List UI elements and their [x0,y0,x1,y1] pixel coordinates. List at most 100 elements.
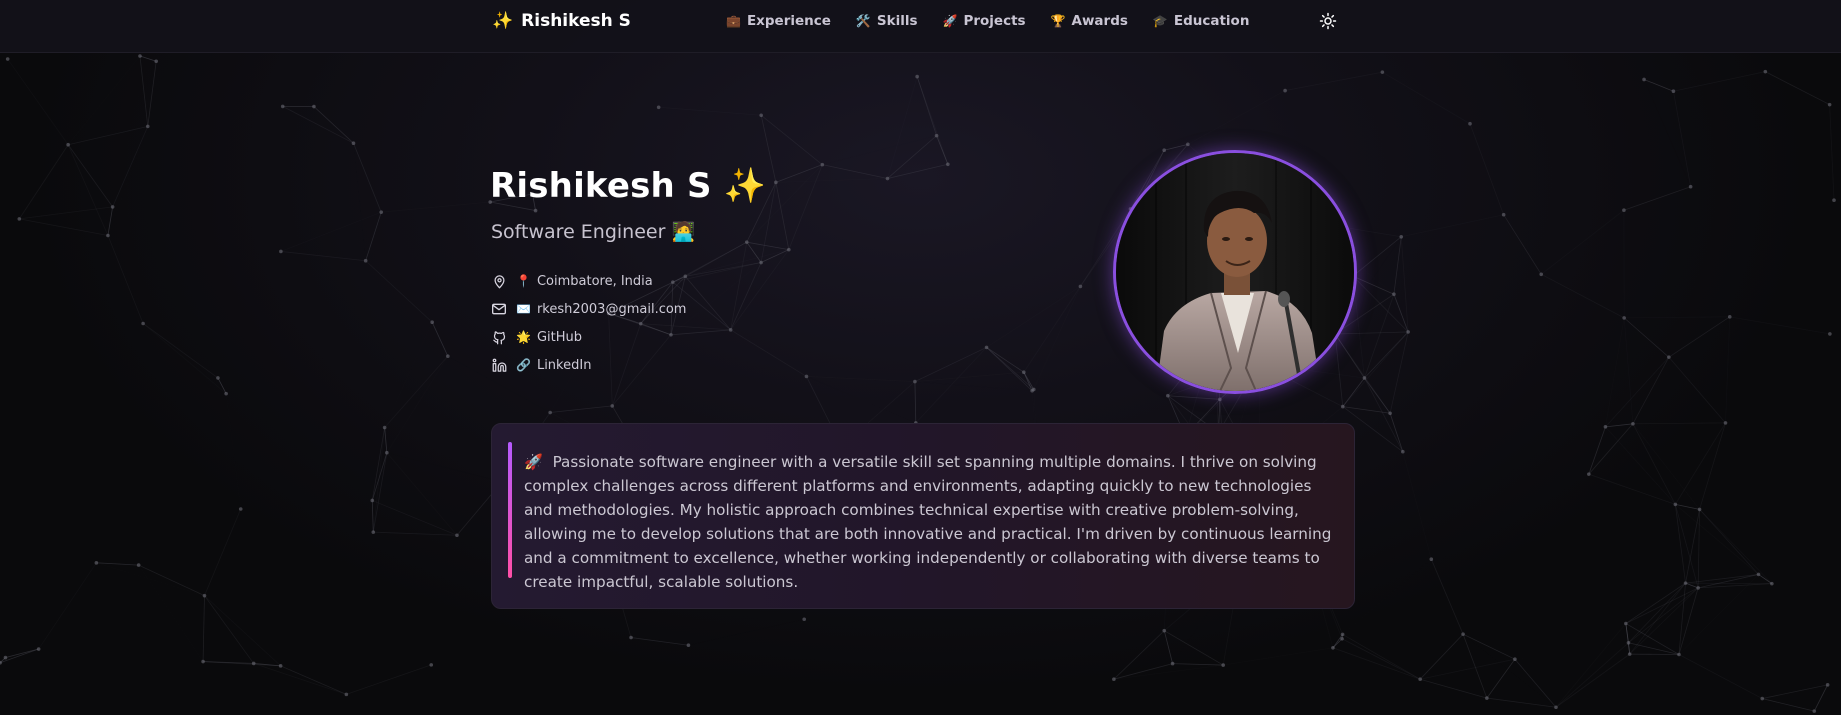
network-link [1164,630,1224,666]
network-link [658,106,762,116]
network-node [629,635,633,640]
network-node [1624,621,1628,626]
network-node [1331,646,1335,650]
network-link [217,377,227,394]
network-node [1112,677,1116,681]
network-link [1342,331,1409,407]
network-link [147,61,157,127]
nav-item-projects[interactable]: 🚀 Projects [943,13,1026,29]
network-link [1628,642,1680,655]
network-link [1341,638,1421,680]
nav-item-experience[interactable]: 💼 Experience [726,13,831,29]
network-link [1765,71,1830,106]
nav-item-education[interactable]: 🎓 Education [1153,13,1250,29]
network-node [1688,184,1693,189]
network-node [744,240,749,244]
network-link [775,178,888,183]
network-node [686,643,691,648]
network-link [1675,422,1726,505]
graduation-cap-icon: 🎓 [1152,14,1168,28]
network-node [66,142,70,147]
contact-location-label: Coimbatore, India [536,273,653,289]
network-link [1762,698,1815,712]
network-link [96,563,204,596]
network-node [224,391,228,396]
network-link [142,323,227,394]
network-link [353,143,382,213]
network-node [1642,77,1646,82]
network-node [379,210,384,214]
network-link [371,427,386,501]
network-link [1729,316,1830,335]
network-node [1723,421,1728,425]
network-node [1388,411,1392,416]
network-link [914,381,917,423]
network-link [107,235,144,324]
network-link [1515,624,1626,660]
network-link [204,595,255,664]
network-node [1340,632,1345,637]
network-node [656,105,661,110]
network-link [1486,658,1516,699]
contact-github-link[interactable]: 🌟 GitHub [490,323,686,351]
network-link [1674,504,1686,584]
network-node [533,208,538,213]
network-node [913,379,917,384]
network-link [684,276,731,331]
network-link [1668,316,1730,358]
contact-email-link[interactable]: ✉️ rkesh2003@gmail.com [490,295,686,323]
network-node [1380,70,1385,74]
network-link [688,619,804,645]
network-link [203,661,281,667]
network-link [1389,413,1404,452]
network-link [253,663,347,695]
network-link [68,56,140,145]
network-node [312,104,316,109]
brand-home-link[interactable]: ✨ Rishikesh S [492,9,631,33]
network-link [1555,642,1629,708]
network-link [1334,333,1344,407]
network-link [365,260,433,323]
network-link [1187,90,1286,145]
nav-item-skills[interactable]: 🛠️ Skills [856,13,918,29]
network-link [280,665,347,695]
network-link [1172,663,1224,666]
network-link [1540,209,1625,275]
location-pin-icon [490,272,508,290]
network-link [431,322,449,357]
network-link [1632,423,1700,510]
network-link [67,144,113,208]
network-link [1588,473,1676,505]
network-node [1418,677,1422,682]
network-link [1285,71,1383,91]
network-node [1622,208,1626,213]
mail-icon [490,300,508,318]
network-link [353,143,365,261]
network-link [1113,630,1165,680]
contact-linkedin-link[interactable]: 🔗 LinkedIn [490,351,686,379]
network-node [984,345,989,350]
network-node [280,104,285,109]
network-link [1382,71,1471,125]
network-node [1399,234,1404,239]
network-node [138,54,142,58]
network-link [1223,647,1334,666]
network-node [1401,449,1405,454]
network-link [1699,509,1773,584]
network-link [775,164,823,183]
network-node [1468,121,1472,126]
network-node [141,321,145,326]
network-node [1812,709,1817,713]
network-node [1485,696,1489,700]
network-node [1622,316,1626,320]
network-node [802,617,807,622]
network-link [986,347,1025,373]
network-link [1813,684,1828,712]
network-node [363,258,368,263]
main-nav: 💼 Experience 🛠️ Skills 🚀 Projects 🏆 Awar… [726,10,1249,32]
network-node [1683,581,1688,585]
network-link [313,106,354,144]
network-link [1352,236,1402,277]
nav-item-awards[interactable]: 🏆 Awards [1051,13,1128,29]
theme-toggle-button[interactable] [1316,9,1340,33]
